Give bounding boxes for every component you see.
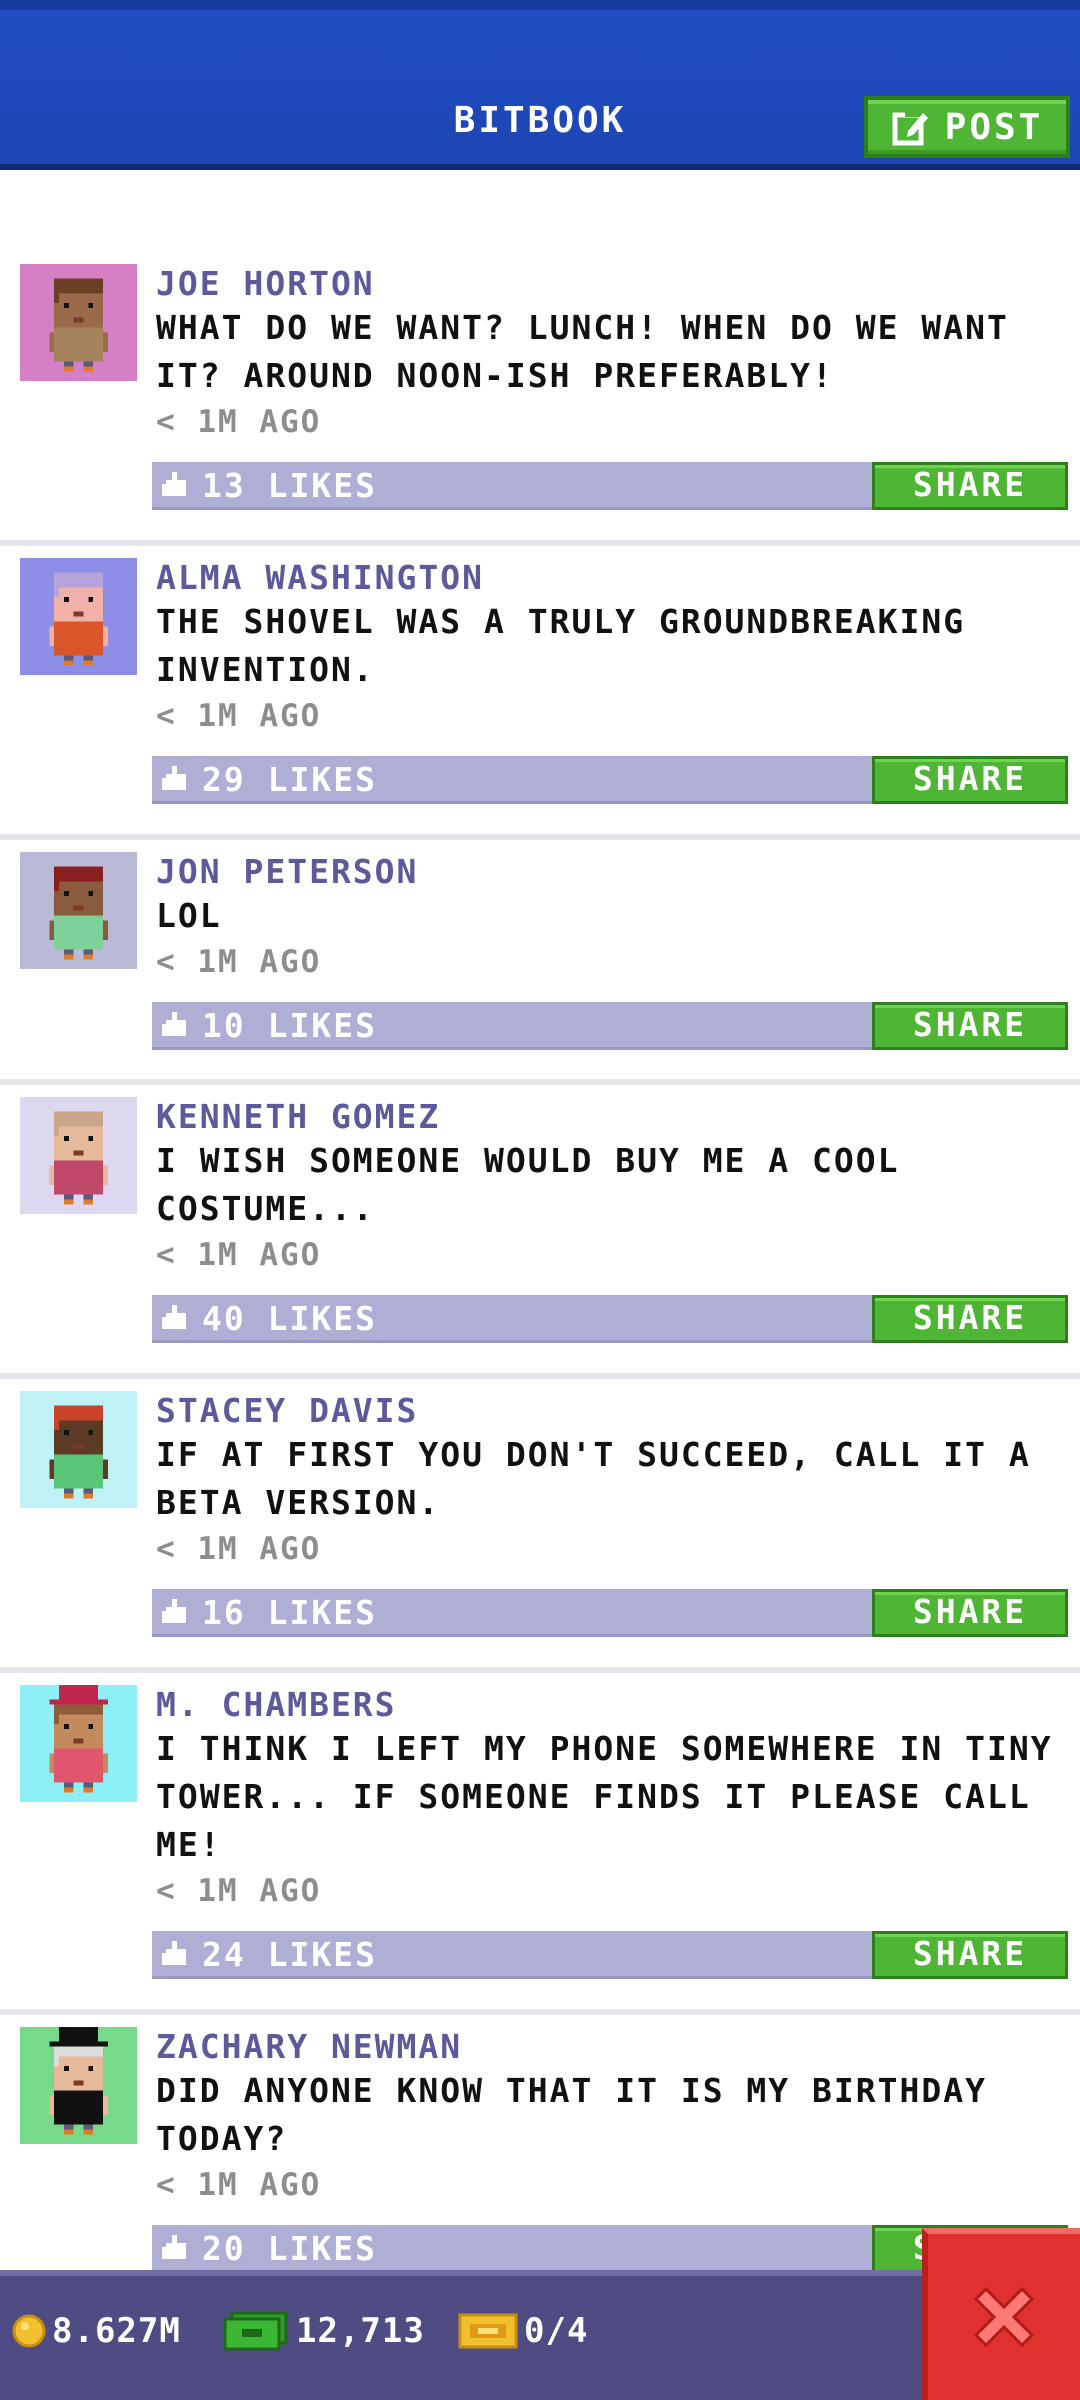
avatar-shirt xyxy=(54,1454,103,1489)
avatar-hair xyxy=(54,572,103,588)
post-author[interactable]: JOE HORTON xyxy=(156,264,375,304)
thumbs-up-icon xyxy=(162,766,186,790)
close-button[interactable] xyxy=(922,2228,1080,2400)
avatar-shirt xyxy=(54,915,103,950)
bux-value: 12,713 xyxy=(296,2311,425,2351)
post-author[interactable]: STACEY DAVIS xyxy=(156,1391,418,1431)
post-timestamp: < 1M AGO xyxy=(156,404,322,440)
likes-count: 10 LIKES xyxy=(202,1006,377,1045)
thumbs-up-icon xyxy=(162,1941,186,1965)
post-message: DID ANYONE KNOW THAT IT IS MY BIRTHDAY T… xyxy=(156,2071,987,2158)
post-message: THE SHOVEL WAS A TRULY GROUNDBREAKING IN… xyxy=(156,602,966,689)
post-item: JOE HORTON WHAT DO WE WANT? LUNCH! WHEN D… xyxy=(0,264,1080,546)
like-bar[interactable]: 29 LIKES SHARE xyxy=(152,756,1068,804)
coins-value: 8.627M xyxy=(52,2311,181,2351)
share-button[interactable]: SHARE xyxy=(872,462,1068,510)
post-button-label: POST xyxy=(944,106,1044,148)
post-message: IF AT FIRST YOU DON'T SUCCEED, CALL IT A… xyxy=(156,1435,1031,1522)
tickets-counter: 0/4 xyxy=(458,2306,588,2356)
post-item: ALMA WASHINGTON THE SHOVEL WAS A TRULY GR… xyxy=(0,558,1080,840)
share-button[interactable]: SHARE xyxy=(872,1931,1068,1979)
post-feed[interactable]: JOE HORTON WHAT DO WE WANT? LUNCH! WHEN D… xyxy=(0,176,1080,2270)
thumbs-up-icon xyxy=(162,1012,186,1036)
post-timestamp: < 1M AGO xyxy=(156,1873,322,1909)
thumbs-up-icon xyxy=(162,1305,186,1329)
post-author[interactable]: ALMA WASHINGTON xyxy=(156,558,484,598)
post-message: I THINK I LEFT MY PHONE SOMEWHERE IN TIN… xyxy=(156,1729,1053,1864)
thumbs-up-icon xyxy=(162,472,186,496)
post-item: KENNETH GOMEZ I WISH SOMEONE WOULD BUY ME… xyxy=(0,1097,1080,1379)
avatar-shirt xyxy=(54,621,103,656)
avatar[interactable] xyxy=(20,1391,137,1508)
avatar-hair xyxy=(54,1111,103,1127)
likes-count: 29 LIKES xyxy=(202,760,377,799)
edit-icon xyxy=(892,111,928,146)
share-button[interactable]: SHARE xyxy=(872,1295,1068,1343)
avatar-shirt xyxy=(54,2090,103,2125)
post-button[interactable]: POST xyxy=(864,96,1070,158)
post-item: JON PETERSON LOL < 1M AGO 10 LIKES SHARE xyxy=(0,852,1080,1085)
post-timestamp: < 1M AGO xyxy=(156,2167,322,2203)
coin-icon xyxy=(12,2314,46,2348)
avatar-shirt xyxy=(54,1748,103,1783)
post-message: I WISH SOMEONE WOULD BUY ME A COOL COSTU… xyxy=(156,1141,900,1228)
avatar-shirt xyxy=(54,1160,103,1195)
ticket-icon xyxy=(458,2313,518,2349)
avatar[interactable] xyxy=(20,1685,137,1802)
tickets-value: 0/4 xyxy=(524,2311,589,2351)
likes-count: 16 LIKES xyxy=(202,1593,377,1632)
avatar-hair xyxy=(54,1405,103,1421)
avatar[interactable] xyxy=(20,264,137,381)
post-timestamp: < 1M AGO xyxy=(156,1531,322,1567)
post-item: M. CHAMBERS I THINK I LEFT MY PHONE SOMEW… xyxy=(0,1685,1080,2015)
post-message: WHAT DO WE WANT? LUNCH! WHEN DO WE WANT … xyxy=(156,308,1009,395)
share-button[interactable]: SHARE xyxy=(872,1589,1068,1637)
likes-count: 40 LIKES xyxy=(202,1299,377,1338)
close-icon xyxy=(973,2286,1035,2348)
header-bar: BITBOOK POST xyxy=(0,0,1080,170)
like-bar[interactable]: 13 LIKES SHARE xyxy=(152,462,1068,510)
like-bar[interactable]: 16 LIKES SHARE xyxy=(152,1589,1068,1637)
avatar[interactable] xyxy=(20,558,137,675)
post-timestamp: < 1M AGO xyxy=(156,944,322,980)
avatar[interactable] xyxy=(20,852,137,969)
thumbs-up-icon xyxy=(162,1599,186,1623)
avatar-hair xyxy=(54,278,103,294)
post-message: LOL xyxy=(156,896,222,935)
coins-counter: 8.627M xyxy=(12,2306,181,2356)
avatar-shirt xyxy=(54,327,103,362)
bux-counter: 12,713 xyxy=(222,2306,425,2356)
share-button[interactable]: SHARE xyxy=(872,1002,1068,1050)
header-top-strip xyxy=(0,0,1080,10)
likes-count: 24 LIKES xyxy=(202,1935,377,1974)
bux-icon xyxy=(223,2311,288,2351)
like-bar[interactable]: 40 LIKES SHARE xyxy=(152,1295,1068,1343)
likes-count: 13 LIKES xyxy=(202,466,377,505)
share-button[interactable]: SHARE xyxy=(872,756,1068,804)
post-author[interactable]: JON PETERSON xyxy=(156,852,418,892)
status-bar: 8.627M 12,713 0/4 xyxy=(0,2270,1080,2400)
post-timestamp: < 1M AGO xyxy=(156,698,322,734)
like-bar[interactable]: 10 LIKES SHARE xyxy=(152,1002,1068,1050)
post-author[interactable]: ZACHARY NEWMAN xyxy=(156,2027,462,2067)
avatar[interactable] xyxy=(20,1097,137,1214)
bitbook-screen: BITBOOK POST JOE HORTON WHAT DO WE WANT? … xyxy=(0,0,1080,2400)
post-author[interactable]: KENNETH GOMEZ xyxy=(156,1097,440,1137)
likes-count: 20 LIKES xyxy=(202,2229,377,2268)
post-timestamp: < 1M AGO xyxy=(156,1237,322,1273)
thumbs-up-icon xyxy=(162,2235,186,2259)
post-author[interactable]: M. CHAMBERS xyxy=(156,1685,397,1725)
avatar-hair xyxy=(54,866,103,882)
like-bar[interactable]: 24 LIKES SHARE xyxy=(152,1931,1068,1979)
post-item: ZACHARY NEWMAN DID ANYONE KNOW THAT IT IS… xyxy=(0,2027,1080,2270)
post-item: STACEY DAVIS IF AT FIRST YOU DON'T SUCCEE… xyxy=(0,1391,1080,1673)
avatar[interactable] xyxy=(20,2027,137,2144)
